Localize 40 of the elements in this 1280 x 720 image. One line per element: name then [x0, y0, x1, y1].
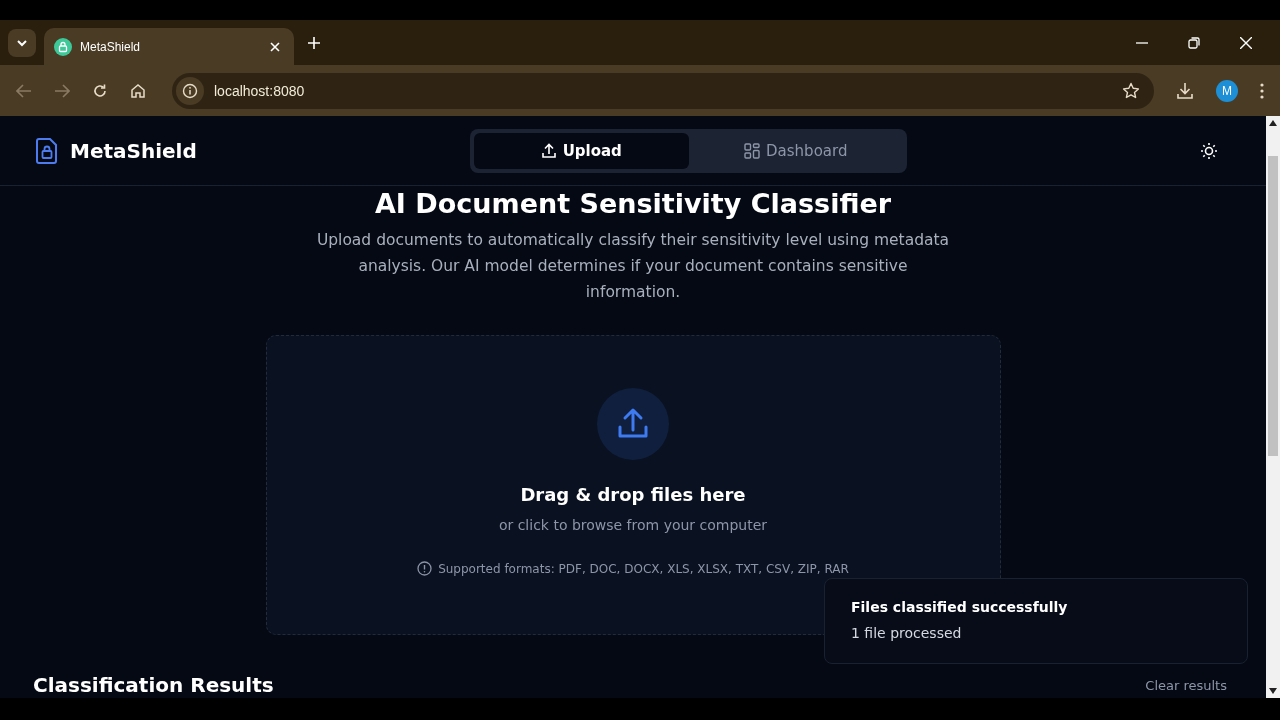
lock-icon [54, 37, 72, 56]
star-icon[interactable] [1122, 81, 1140, 100]
chevron-down-icon [16, 38, 28, 47]
url-text: localhost:8080 [214, 82, 305, 99]
nav-tab[interactable]: Upload [474, 132, 689, 169]
home-icon[interactable] [130, 82, 146, 99]
section-heading: Classification Results [33, 673, 274, 697]
back-icon[interactable] [16, 83, 32, 98]
tab-title: MetaShield [80, 39, 142, 54]
scroll-down-icon[interactable] [1269, 688, 1277, 694]
info-icon [417, 561, 433, 576]
close-icon[interactable] [270, 41, 280, 52]
file-lock-icon [36, 137, 58, 164]
sun-icon[interactable] [1200, 141, 1218, 160]
page-title: AI Document Sensitivity Classifier [374, 188, 892, 219]
profile-avatar[interactable]: M [1216, 79, 1238, 102]
drop-subtext: or click to browse from your computer [498, 517, 768, 533]
supported-formats: Supported formats: PDF, DOC, DOCX, XLS, XLSX, TXT, CSV, ZIP, RAR [438, 561, 849, 576]
nav-tab[interactable]: Dashboard [688, 132, 903, 169]
drop-heading: Drag & drop files here [520, 484, 746, 505]
grid-icon [744, 142, 761, 159]
download-icon[interactable] [1176, 81, 1194, 100]
app-name: MetaShield [70, 138, 197, 163]
restore-icon[interactable] [1188, 36, 1200, 49]
site-info-button[interactable] [176, 76, 204, 105]
info-icon [182, 82, 198, 99]
upload-icon [540, 142, 557, 159]
browser-tab[interactable]: MetaShield [44, 28, 294, 65]
scroll-up-icon[interactable] [1269, 120, 1277, 126]
clear-results-button[interactable]: Clear results [1139, 676, 1233, 694]
forward-icon[interactable] [54, 83, 70, 98]
new-tab-icon[interactable] [308, 36, 320, 49]
scrollbar[interactable] [1266, 116, 1280, 698]
close-icon[interactable] [1240, 36, 1252, 49]
minimize-icon[interactable] [1136, 41, 1148, 44]
page-description: Upload documents to automatically classify their sensitivity level using metadata analysis. Our AI model determines if your document contains sensitive information. [315, 230, 951, 303]
tab-search-button[interactable] [8, 28, 36, 57]
address-bar[interactable]: localhost:8080 [172, 72, 1154, 109]
more-icon[interactable] [1260, 82, 1264, 99]
reload-icon[interactable] [92, 82, 108, 99]
